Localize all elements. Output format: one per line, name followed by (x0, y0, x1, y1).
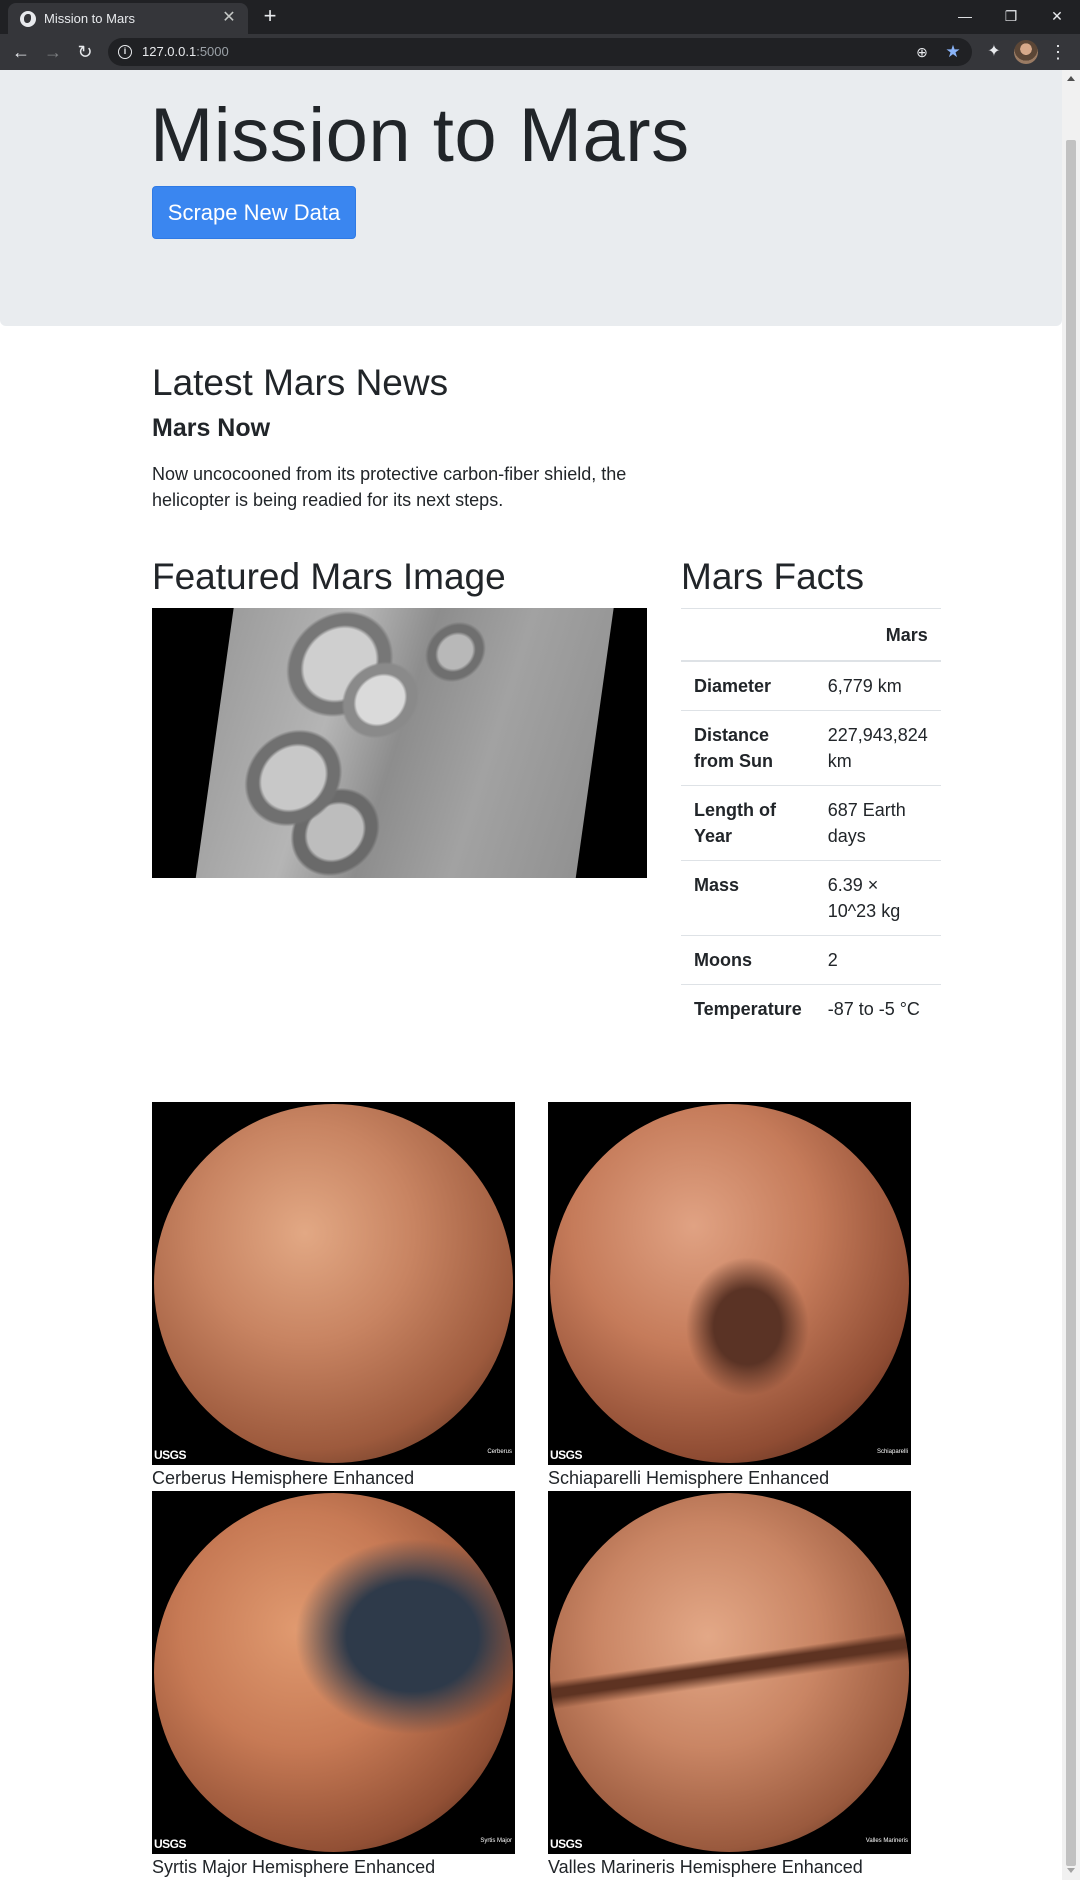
table-row: Length of Year 687 Earth days (681, 784, 941, 860)
planet-disc (550, 1493, 909, 1852)
planet-disc (550, 1104, 909, 1463)
scrape-new-data-button[interactable]: Scrape New Data (152, 186, 356, 239)
fact-value: 687 Earth days (814, 784, 941, 860)
scroll-thumb[interactable] (1066, 140, 1076, 1866)
hemisphere-image-label: Valles Marineris (865, 1838, 908, 1844)
vertical-scrollbar[interactable] (1062, 70, 1080, 1880)
info-icon[interactable]: i (118, 45, 132, 59)
facts-header-blank (681, 608, 815, 662)
scroll-down-arrow-icon[interactable] (1067, 1868, 1075, 1873)
facts-column-header: Mars (814, 608, 941, 662)
jumbotron: Mission to Mars Scrape New Data (0, 70, 1062, 326)
browser-toolbar: ← → ↻ i 127.0.0.1:5000 ⊕ ★ ✦ ⋮ (0, 34, 1080, 70)
news-section-title: Latest Mars News (152, 362, 449, 403)
usgs-logo: USGS (550, 1448, 583, 1462)
usgs-logo: USGS (154, 1837, 187, 1851)
usgs-logo: USGS (154, 1448, 187, 1462)
fact-value: 227,943,824 km (814, 709, 941, 785)
fact-value: -87 to -5 °C (814, 983, 941, 1033)
fact-label: Diameter (681, 660, 815, 710)
kebab-menu-icon[interactable]: ⋮ (1048, 40, 1068, 64)
usgs-logo: USGS (550, 1837, 583, 1851)
table-row: Temperature -87 to -5 °C (681, 983, 941, 1033)
hemisphere-image-label: Syrtis Major (480, 1838, 512, 1844)
page-title: Mission to Mars (150, 93, 690, 178)
browser-tab[interactable]: Mission to Mars ✕ (8, 3, 248, 34)
fact-value: 6.39 × 10^23 kg (814, 859, 941, 935)
star-icon[interactable]: ★ (943, 42, 963, 62)
fact-label: Length of Year (681, 784, 815, 860)
hemisphere-title: Valles Marineris Hemisphere Enhanced (548, 1857, 863, 1877)
reload-icon[interactable]: ↻ (72, 39, 98, 65)
fact-label: Temperature (681, 983, 815, 1033)
mars-facts-table: Mars Diameter 6,779 km Distance from Sun… (681, 608, 941, 1033)
planet-disc (154, 1104, 513, 1463)
page-viewport: Mission to Mars Scrape New Data Latest M… (0, 70, 1062, 1880)
tab-strip: Mission to Mars ✕ + — ❐ ✕ (0, 0, 1080, 34)
arrow-right-icon[interactable]: → (40, 39, 66, 65)
hemisphere-title: Cerberus Hemisphere Enhanced (152, 1468, 415, 1488)
table-row: Mass 6.39 × 10^23 kg (681, 859, 941, 935)
news-headline: Mars Now (152, 414, 271, 442)
hemisphere-image-label: Schiaparelli (876, 1449, 908, 1455)
featured-image-terrain (192, 608, 616, 878)
news-teaser: Now uncocooned from its protective carbo… (152, 464, 627, 510)
address-bar[interactable]: i 127.0.0.1:5000 ⊕ ★ (108, 38, 972, 66)
url-port: :5000 (196, 44, 229, 59)
globe-icon (20, 11, 36, 27)
hemisphere-card-valles-marineris: USGS Valles Marineris Valles Marineris H… (548, 1491, 911, 1880)
hemisphere-image-label: Cerberus (487, 1449, 512, 1455)
fact-value: 6,779 km (814, 660, 941, 710)
planet-disc (154, 1493, 513, 1852)
puzzle-icon[interactable]: ✦ (982, 40, 1006, 64)
hemisphere-image: USGS Valles Marineris (548, 1491, 911, 1854)
fact-label: Distance from Sun (681, 709, 815, 785)
table-row: Moons 2 (681, 934, 941, 984)
tab-title: Mission to Mars (44, 11, 136, 26)
table-row: Diameter 6,779 km (681, 660, 941, 710)
fact-value: 2 (814, 934, 941, 984)
hemisphere-title: Syrtis Major Hemisphere Enhanced (152, 1857, 436, 1877)
fact-label: Moons (681, 934, 815, 984)
url-host: 127.0.0.1 (142, 44, 197, 59)
table-row: Distance from Sun 227,943,824 km (681, 709, 941, 785)
facts-section-title: Mars Facts (681, 556, 864, 597)
hemisphere-image: USGS Cerberus (152, 1102, 515, 1465)
close-window-icon[interactable]: ✕ (1034, 2, 1080, 30)
featured-image-title: Featured Mars Image (152, 556, 506, 597)
fact-label: Mass (681, 859, 815, 935)
hemisphere-card-schiaparelli: USGS Schiaparelli Schiaparelli Hemispher… (548, 1102, 911, 1491)
avatar[interactable] (1014, 40, 1038, 64)
facts-header-row: Mars (681, 608, 941, 662)
featured-mars-image (152, 608, 647, 878)
hemisphere-image: USGS Syrtis Major (152, 1491, 515, 1854)
zoom-icon[interactable]: ⊕ (913, 43, 931, 61)
scroll-up-arrow-icon[interactable] (1067, 76, 1075, 81)
arrow-left-icon[interactable]: ← (8, 39, 34, 65)
hemisphere-card-syrtis-major: USGS Syrtis Major Syrtis Major Hemispher… (152, 1491, 515, 1880)
new-tab-button[interactable]: + (258, 5, 282, 29)
hemisphere-card-cerberus: USGS Cerberus Cerberus Hemisphere Enhanc… (152, 1102, 515, 1491)
url-text[interactable]: 127.0.0.1:5000 (142, 44, 229, 59)
browser-chrome: Mission to Mars ✕ + — ❐ ✕ ← → ↻ i 127.0.… (0, 0, 1080, 70)
restore-icon[interactable]: ❐ (988, 2, 1034, 30)
hemisphere-title: Schiaparelli Hemisphere Enhanced (548, 1468, 830, 1488)
hemisphere-image: USGS Schiaparelli (548, 1102, 911, 1465)
close-tab-icon[interactable]: ✕ (220, 9, 238, 27)
minimize-icon[interactable]: — (942, 2, 988, 30)
